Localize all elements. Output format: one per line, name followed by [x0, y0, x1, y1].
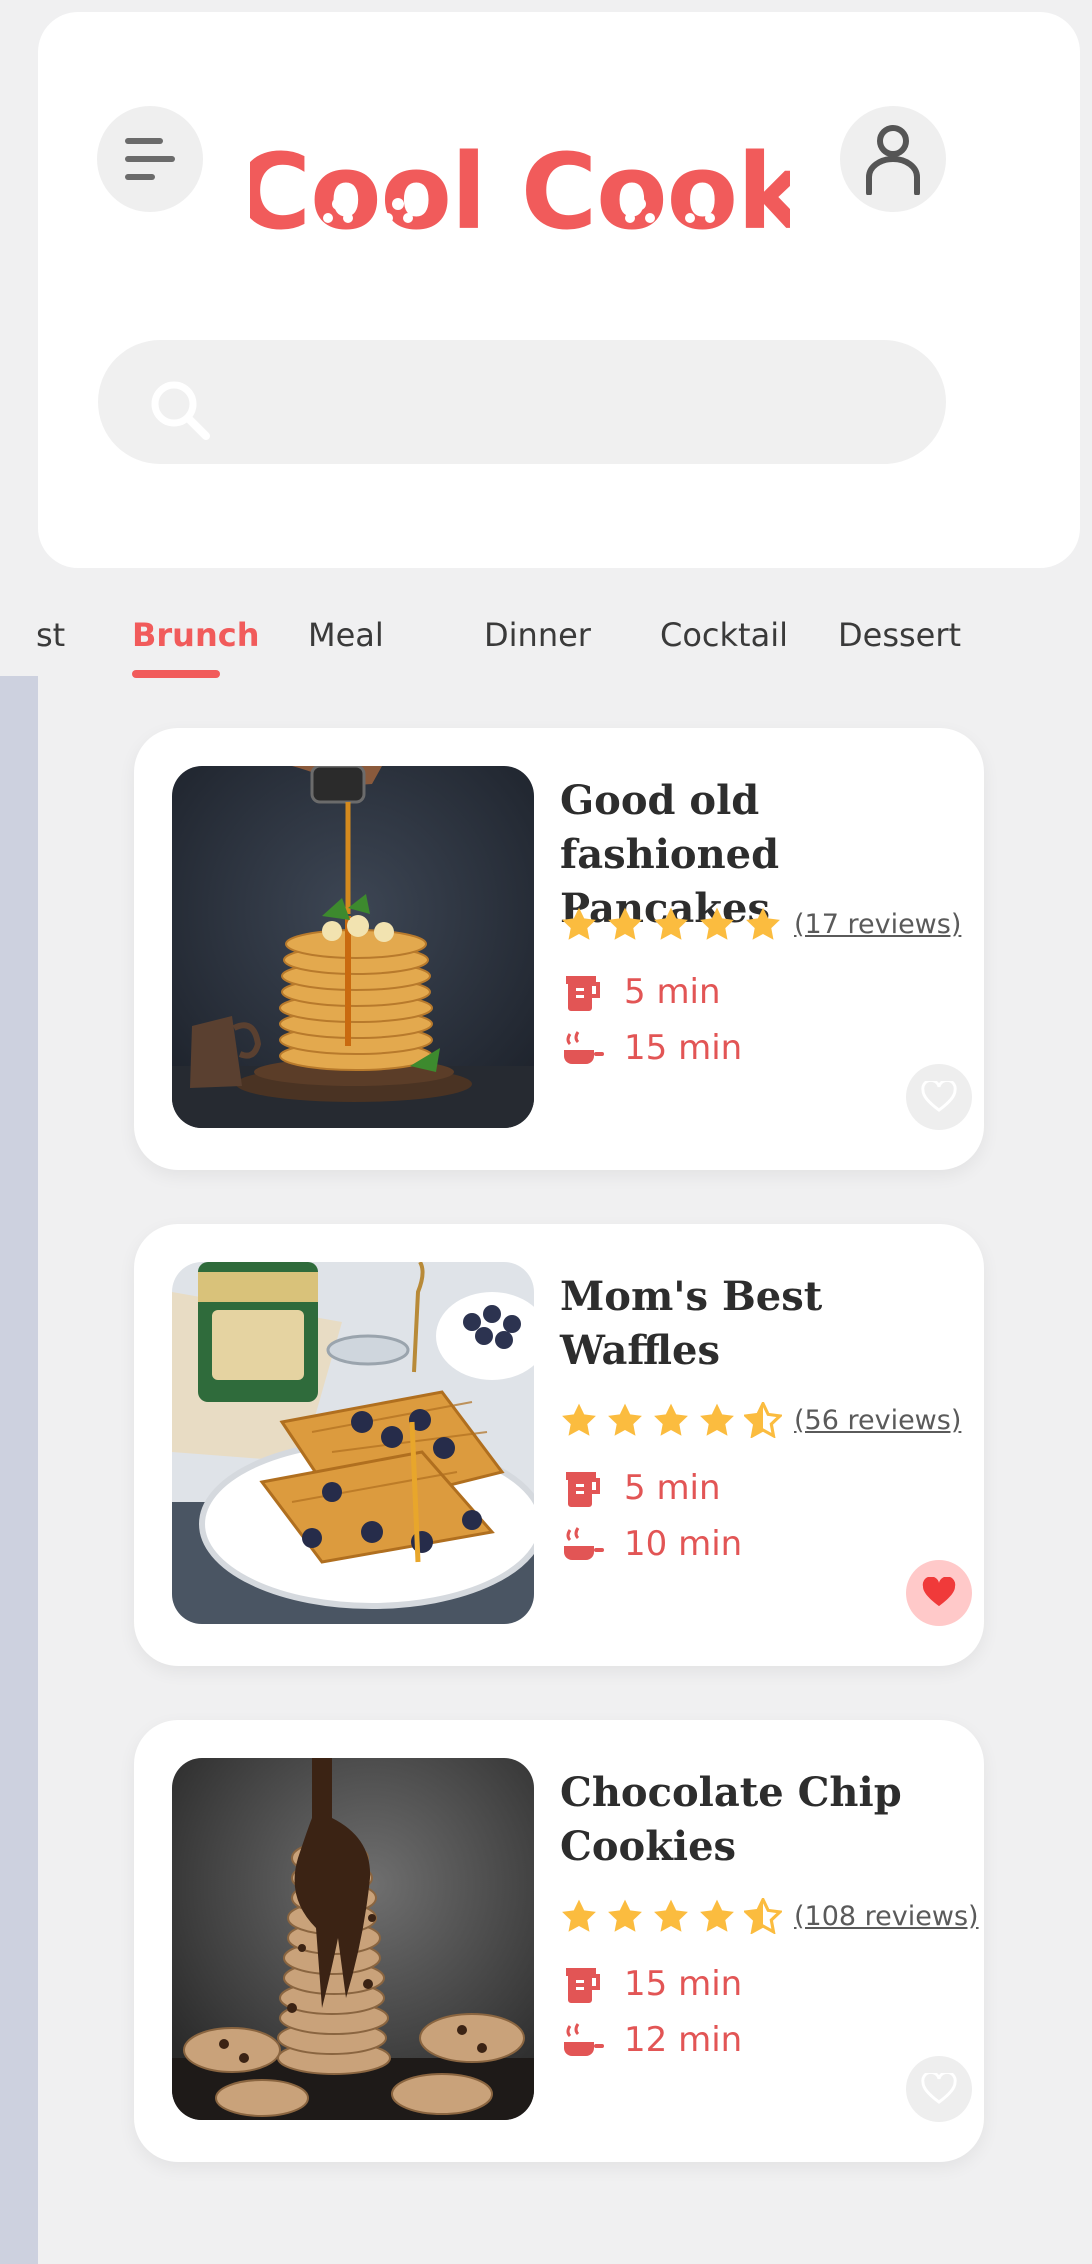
reviews-link[interactable]: (17 reviews) [794, 909, 961, 940]
measuring-cup-icon [566, 976, 600, 1011]
category-tabs: st Brunch Meal Dinner Cocktail Dessert [0, 606, 1092, 678]
star-icon [654, 907, 688, 940]
cooking-pot-icon [564, 1527, 604, 1560]
star-icon [562, 907, 596, 940]
reviews-link[interactable]: (56 reviews) [794, 1405, 961, 1436]
recipe-card[interactable]: Good old fashioned Pancakes (17 reviews)… [134, 728, 984, 1170]
prep-time: 5 min [560, 970, 721, 1014]
reviews-link[interactable]: (108 reviews) [794, 1901, 979, 1932]
cook-time-value: 12 min [624, 2020, 743, 2060]
rating-row: (17 reviews) [560, 904, 961, 944]
search-input[interactable] [218, 370, 918, 434]
tab-dessert[interactable]: Dessert [838, 616, 961, 654]
star-icon [608, 907, 642, 940]
cooking-pot-icon [564, 2023, 604, 2056]
cookies-photo [172, 1758, 534, 2120]
cook-time: 12 min [560, 2018, 742, 2062]
star-icon [562, 1403, 596, 1436]
star-icon [608, 1403, 642, 1436]
heart-outline-icon [921, 1081, 957, 1112]
favorite-button[interactable] [906, 2056, 972, 2122]
rating-row: (56 reviews) [560, 1400, 961, 1440]
star-icon [700, 1403, 734, 1436]
star-icon [654, 1403, 688, 1436]
tab-brunch[interactable]: Brunch [132, 616, 259, 654]
favorite-button[interactable] [906, 1064, 972, 1130]
half-star-icon [744, 1402, 782, 1438]
cook-time-value: 10 min [624, 1524, 743, 1564]
svg-text:Cool Cook: Cool Cook [250, 131, 790, 253]
heart-outline-icon [921, 2073, 957, 2104]
search-bar[interactable] [98, 340, 946, 464]
cook-time-value: 15 min [624, 1028, 743, 1068]
prep-time-value: 5 min [624, 972, 721, 1012]
recipe-card[interactable]: Mom's Best Waffles (56 reviews) 5 min 10… [134, 1224, 984, 1666]
logo-wordmark: Cool Cook [250, 131, 790, 253]
recipe-title[interactable]: Chocolate Chip Cookies [560, 1766, 970, 1874]
profile-button[interactable] [840, 106, 946, 212]
star-rating [560, 906, 782, 942]
tab-breakfast[interactable]: st [36, 616, 65, 654]
measuring-cup-icon [566, 1472, 600, 1507]
tab-meal[interactable]: Meal [308, 616, 384, 654]
star-icon [562, 1899, 596, 1932]
cook-time: 10 min [560, 1522, 742, 1566]
waffles-photo [172, 1262, 534, 1624]
favorite-button[interactable] [906, 1560, 972, 1626]
star-rating [560, 1898, 782, 1934]
tab-cocktail[interactable]: Cocktail [660, 616, 788, 654]
prep-time: 15 min [560, 1962, 742, 2006]
rating-row: (108 reviews) [560, 1896, 979, 1936]
cooking-pot-icon [564, 1031, 604, 1064]
prep-time-value: 5 min [624, 1468, 721, 1508]
heart-filled-icon [922, 1577, 956, 1607]
star-icon [700, 907, 734, 940]
hamburger-icon [125, 138, 175, 180]
star-icon [700, 1899, 734, 1932]
star-rating [560, 1402, 782, 1438]
pancakes-photo [172, 766, 534, 1128]
recipe-title[interactable]: Mom's Best Waffles [560, 1270, 970, 1378]
star-icon [746, 907, 780, 940]
header-panel [38, 12, 1080, 568]
app-logo: Cool Cook [250, 118, 790, 258]
prep-time-value: 15 min [624, 1964, 743, 2004]
measuring-cup-icon [566, 1968, 600, 2003]
tab-dinner[interactable]: Dinner [484, 616, 591, 654]
star-icon [608, 1899, 642, 1932]
search-icon [151, 381, 210, 440]
user-icon [866, 125, 920, 195]
cook-time: 15 min [560, 1026, 742, 1070]
half-star-icon [744, 1898, 782, 1934]
active-tab-indicator [132, 670, 220, 678]
menu-button[interactable] [97, 106, 203, 212]
star-icon [654, 1899, 688, 1932]
prep-time: 5 min [560, 1466, 721, 1510]
recipe-card[interactable]: Chocolate Chip Cookies (108 reviews) 15 … [134, 1720, 984, 2162]
